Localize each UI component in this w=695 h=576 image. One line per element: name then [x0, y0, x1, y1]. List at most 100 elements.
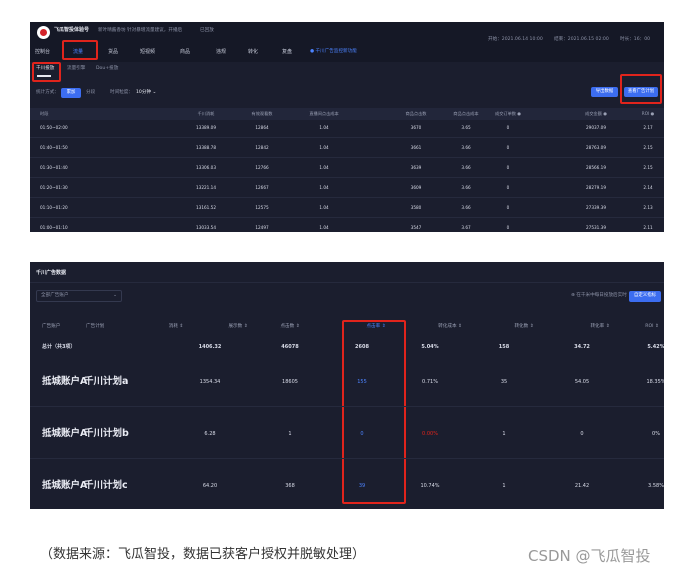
table-cell: 12497: [255, 225, 269, 230]
table-cell: 1.04: [319, 165, 329, 170]
nav-violation[interactable]: 违规: [216, 48, 226, 55]
row-time-range: 01:20~01:30: [40, 185, 68, 190]
custom-metrics-button[interactable]: 自定义指标: [629, 291, 661, 302]
column-header: 广告计划: [86, 324, 105, 329]
nav-product[interactable]: 商品: [180, 48, 190, 55]
table-cell: 155: [357, 379, 367, 385]
table-cell: 3.58%: [648, 483, 664, 489]
table-cell: 0.71%: [422, 379, 438, 385]
table-cell: 1: [502, 483, 506, 489]
table-cell: 1: [502, 431, 506, 437]
live-dashboard-panel: 飞瓜智投体验号 新叶晴酱香坊 针对暴增流量建议，开播后 已回放 开始：2021.…: [30, 22, 664, 232]
table-cell: 21.42: [574, 483, 590, 489]
nav-review[interactable]: 复盘: [282, 48, 292, 55]
column-header: 点击数 ⇕: [280, 324, 300, 329]
nav-goods[interactable]: 货品: [108, 48, 118, 55]
nav-new-feature-tag[interactable]: ● 千川广告监控新功能: [310, 49, 357, 55]
table-cell: 1.04: [319, 145, 329, 150]
csdn-watermark: CSDN @飞瓜智投: [528, 547, 651, 565]
summary-cell: 2608: [355, 344, 369, 350]
hint-text: ⊕ 在千米中每日投放后实时: [571, 293, 627, 298]
summary-cell: 46078: [281, 344, 299, 350]
column-header: ROI ●: [641, 111, 655, 116]
table-cell: 3661: [410, 145, 422, 150]
table-cell: 0: [506, 165, 510, 170]
stat-method-label: 统计方式：: [36, 90, 59, 95]
ad-account-name: 抵城账户A: [42, 480, 88, 491]
table-cell: 2.15: [643, 145, 653, 150]
summary-cell: 5.42%: [647, 344, 664, 350]
column-header: 展示数 ⇕: [228, 324, 248, 329]
table-cell: 2.17: [643, 125, 653, 130]
table-cell: 1.04: [319, 225, 329, 230]
table-cell: 0: [506, 185, 510, 190]
column-header: 成交金额 ●: [585, 111, 607, 116]
time-end: 结束：2021.06.15 02:00: [554, 37, 609, 42]
nav-console[interactable]: 控制台: [35, 48, 50, 55]
title-divider: [30, 282, 664, 283]
export-data-button[interactable]: 导出数据: [591, 87, 618, 97]
row-divider: [30, 197, 664, 198]
brand-subtitle: 新叶晴酱香坊 针对暴增流量建议，开播后: [98, 28, 183, 33]
table-cell: 13221.14: [196, 185, 216, 190]
table-cell: 13388.78: [196, 145, 216, 150]
subtab-douplus[interactable]: Dou+投放: [96, 66, 118, 72]
table-cell: 3580: [410, 205, 422, 210]
row-divider: [30, 458, 664, 459]
row-time-range: 01:30~01:40: [40, 165, 68, 170]
table-cell: 1.04: [319, 125, 329, 130]
table-cell: 3670: [410, 125, 422, 130]
row-time-range: 01:40~01:50: [40, 145, 68, 150]
column-header: ROI ⇕: [645, 324, 659, 329]
table-cell: 12864: [255, 125, 269, 130]
time-duration: 时长：16：00: [620, 37, 651, 42]
highlight-traffic-tab: [62, 40, 98, 60]
stat-segment-option[interactable]: 分段: [86, 90, 95, 96]
table-cell: 6.28: [204, 431, 216, 437]
table-cell: 2.14: [643, 185, 653, 190]
column-header: 转化率 ⇕: [590, 324, 610, 329]
table-cell: 13389.09: [196, 125, 216, 130]
time-start: 开始：2021.06.14 10:00: [488, 37, 543, 42]
table-cell: 29037.09: [586, 125, 606, 130]
table-cell: 3639: [410, 165, 422, 170]
table-cell: 13033.54: [196, 225, 216, 230]
column-header: 千川消耗: [197, 111, 215, 116]
table-cell: 0: [580, 431, 584, 437]
table-header-bg: [30, 108, 664, 120]
account-select-placeholder: 全部广告账户: [41, 293, 69, 298]
table-cell: 28566.19: [586, 165, 606, 170]
highlight-qianchuan-subtab: [32, 62, 61, 82]
live-replay-label: 已回放: [200, 28, 214, 33]
table-cell: 0: [506, 125, 510, 130]
table-cell: 0: [506, 205, 510, 210]
ad-plan-name: 千川计划c: [84, 480, 128, 491]
summary-cell: 5.04%: [421, 344, 439, 350]
column-header: 商品点击数: [405, 111, 427, 116]
ad-account-name: 抵城账户A: [42, 376, 88, 387]
table-cell: 39: [358, 483, 366, 489]
row-divider: [30, 157, 664, 158]
account-select[interactable]: 全部广告账户 ⌄: [36, 290, 122, 302]
table-cell: 28279.19: [586, 185, 606, 190]
stat-cumulative-button[interactable]: 累加: [61, 88, 81, 98]
data-source-caption: （数据来源：飞瓜智投，数据已获客户授权并脱敏处理）: [40, 547, 366, 562]
table-cell: 1.04: [319, 185, 329, 190]
nav-short-video[interactable]: 短视频: [140, 48, 155, 55]
summary-cell: 34.72: [574, 344, 590, 350]
granularity-select[interactable]: 10分钟 ⌄: [136, 90, 156, 96]
table-cell: 2.15: [643, 165, 653, 170]
table-cell: 28763.09: [586, 145, 606, 150]
column-header: 消耗 ⇕: [168, 324, 184, 329]
table-cell: 3609: [410, 185, 422, 190]
table-cell: 18.35%: [646, 379, 664, 385]
table-cell: 0: [506, 225, 510, 230]
table-cell: 27531.39: [586, 225, 606, 230]
table-cell: 0%: [652, 431, 660, 437]
table-cell: 1: [288, 431, 292, 437]
table-cell: 64.20: [202, 483, 218, 489]
column-header: 商品点击成本: [453, 111, 479, 116]
nav-conversion[interactable]: 转化: [248, 48, 258, 55]
subtab-traffic-engine[interactable]: 流量引擎: [67, 66, 85, 72]
table-cell: 12575: [255, 205, 269, 210]
